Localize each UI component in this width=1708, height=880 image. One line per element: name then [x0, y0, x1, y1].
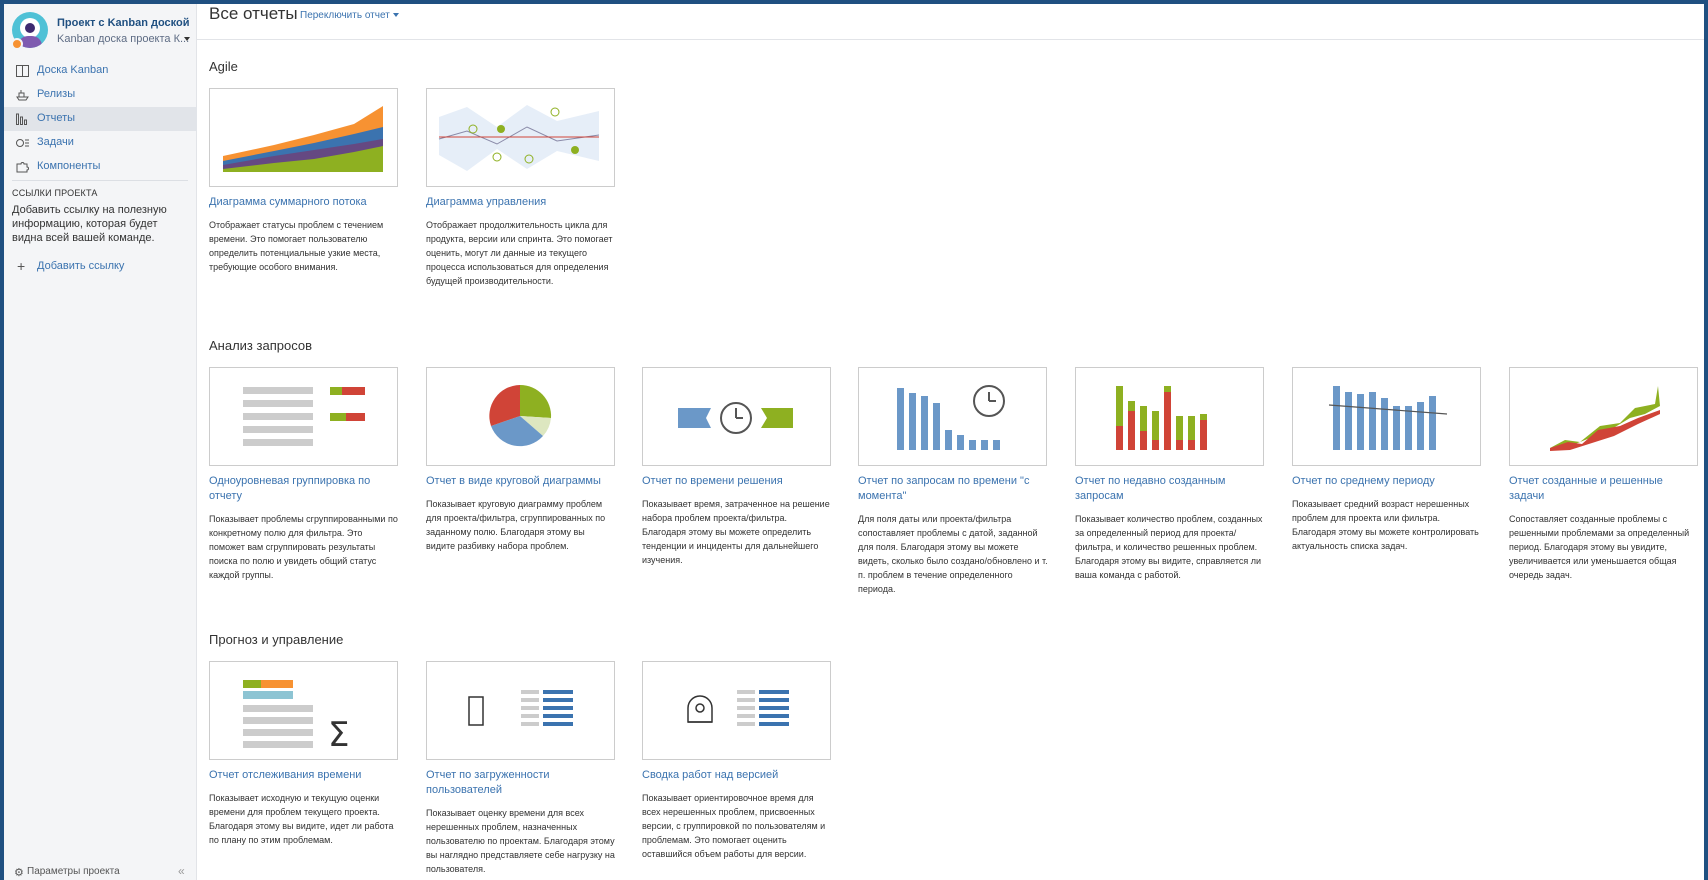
report-description: Показывает время, затраченное на решение…: [642, 499, 830, 565]
issues-icon: [16, 139, 29, 147]
sidebar-item-label: Отчеты: [37, 112, 76, 124]
report-title[interactable]: Отчет по среднему периоду: [1292, 474, 1480, 489]
report-title[interactable]: Диаграмма управления: [426, 195, 614, 210]
add-link-label: Добавить ссылку: [37, 260, 125, 272]
project-name[interactable]: Проект с Kanban доской: [57, 17, 190, 29]
time-tracking-icon: Σ: [243, 680, 349, 755]
sidebar-item-kanban-board[interactable]: Доска Kanban: [4, 59, 197, 83]
report-description: Показывает средний возраст нерешенных пр…: [1292, 499, 1479, 551]
time-since-icon: [897, 385, 1005, 450]
board-icon: [16, 65, 29, 77]
svg-text:Σ: Σ: [328, 715, 349, 755]
report-title[interactable]: Сводка работ над версией: [642, 768, 830, 783]
plus-icon: +: [17, 258, 26, 274]
report-description: Отображает продолжительность цикла для п…: [426, 220, 613, 286]
report-title[interactable]: Отчет по недавно созданным запросам: [1075, 474, 1263, 504]
average-age-icon: [1328, 386, 1448, 450]
section-title: Анализ запросов: [209, 338, 312, 353]
resolution-time-icon: [678, 402, 793, 434]
chevron-down-icon[interactable]: [184, 37, 190, 41]
report-title[interactable]: Отчет в виде круговой диаграммы: [426, 474, 614, 489]
report-thumbnail[interactable]: [426, 661, 615, 760]
switch-report-dropdown[interactable]: Переключить отчет: [300, 10, 399, 21]
report-thumbnail[interactable]: [1292, 367, 1481, 466]
report-description: Показывает количество проблем, созданных…: [1075, 514, 1263, 580]
report-title[interactable]: Отчет по времени решения: [642, 474, 830, 489]
report-thumbnail[interactable]: [209, 88, 398, 187]
header-divider: [197, 39, 1704, 40]
sidebar-item-issues[interactable]: Задачи: [4, 131, 197, 155]
project-links-text: Добавить ссылку на полезную информацию, …: [12, 204, 167, 244]
sidebar-item-label: Доска Kanban: [37, 64, 109, 76]
cumulative-flow-icon: [223, 106, 383, 172]
avatar-badge: [11, 38, 23, 50]
report-title[interactable]: Отчет отслеживания времени: [209, 768, 397, 783]
report-title[interactable]: Отчет по запросам по времени "с момента": [858, 474, 1046, 504]
project-settings-link[interactable]: Параметры проекта: [27, 866, 120, 877]
report-thumbnail[interactable]: Σ: [209, 661, 398, 760]
app-window: Проект с Kanban доской Kanban доска прое…: [4, 4, 1704, 880]
page-title: Все отчеты: [209, 4, 298, 23]
report-thumbnail[interactable]: [209, 367, 398, 466]
switch-report-label: Переключить отчет: [300, 10, 390, 21]
report-thumbnail[interactable]: [426, 88, 615, 187]
sidebar-item-label: Задачи: [37, 136, 74, 148]
add-link-button[interactable]: + Добавить ссылку: [12, 258, 192, 275]
project-sidebar: Проект с Kanban доской Kanban доска прое…: [4, 4, 197, 880]
sidebar-item-components[interactable]: Компоненты: [4, 155, 197, 179]
report-thumbnail[interactable]: [642, 661, 831, 760]
report-description: Показывает ориентировочное время для все…: [642, 793, 826, 859]
report-description: Показывает исходную и текущую оценки вре…: [209, 793, 394, 845]
report-title[interactable]: Отчет созданные и решенные задачи: [1509, 474, 1697, 504]
report-description: Показывает круговую диаграмму проблем дл…: [426, 499, 606, 551]
recently-created-icon: [1116, 386, 1207, 450]
gear-icon: ⚙: [14, 867, 24, 879]
ship-icon: [16, 90, 29, 101]
report-thumbnail[interactable]: [426, 367, 615, 466]
report-thumbnail[interactable]: [858, 367, 1047, 466]
project-header[interactable]: Проект с Kanban доской Kanban доска прое…: [11, 12, 192, 50]
sidebar-item-releases[interactable]: Релизы: [4, 83, 197, 107]
project-links-heading: ССЫЛКИ ПРОЕКТА: [12, 188, 98, 198]
sidebar-item-reports[interactable]: Отчеты: [4, 107, 197, 131]
report-description: Показывает оценку времени для всех нереш…: [426, 808, 615, 874]
user-workload-icon: [468, 690, 573, 726]
report-title[interactable]: Диаграмма суммарного потока: [209, 195, 397, 210]
report-thumbnail[interactable]: [1075, 367, 1264, 466]
section-title: Прогноз и управление: [209, 632, 344, 647]
single-level-group-icon: [243, 387, 365, 446]
pie-chart-icon: [489, 384, 552, 447]
reports-icon: [16, 113, 27, 125]
section-title: Agile: [209, 59, 238, 74]
created-vs-resolved-icon: [1550, 386, 1660, 451]
collapse-sidebar-icon[interactable]: «: [178, 864, 185, 878]
report-description: Отображает статусы проблем с течением вр…: [209, 220, 384, 272]
reports-main: Все отчеты Переключить отчет Agile Диагр…: [197, 4, 1704, 880]
report-thumbnail[interactable]: [642, 367, 831, 466]
report-thumbnail[interactable]: [1509, 367, 1698, 466]
puzzle-icon: [16, 162, 29, 173]
report-title[interactable]: Одноуровневая группировка по отчету: [209, 474, 397, 504]
report-description: Показывает проблемы сгруппированными по …: [209, 514, 398, 580]
project-type[interactable]: Kanban доска проекта К...: [57, 33, 189, 45]
report-description: Для поля даты или проекта/фильтра сопост…: [858, 514, 1048, 594]
sidebar-item-label: Релизы: [37, 88, 76, 100]
chevron-down-icon: [392, 13, 399, 18]
version-workload-icon: [687, 690, 789, 726]
sidebar-nav: Доска Kanban Релизы Отчеты Задачи Компон…: [4, 59, 197, 179]
control-chart-icon: [438, 105, 600, 171]
sidebar-divider: [12, 180, 188, 181]
sidebar-footer: ⚙ Параметры проекта «: [4, 864, 197, 880]
sidebar-item-label: Компоненты: [37, 160, 101, 172]
report-description: Сопоставляет созданные проблемы с решенн…: [1509, 514, 1690, 580]
report-title[interactable]: Отчет по загруженности пользователей: [426, 768, 614, 798]
